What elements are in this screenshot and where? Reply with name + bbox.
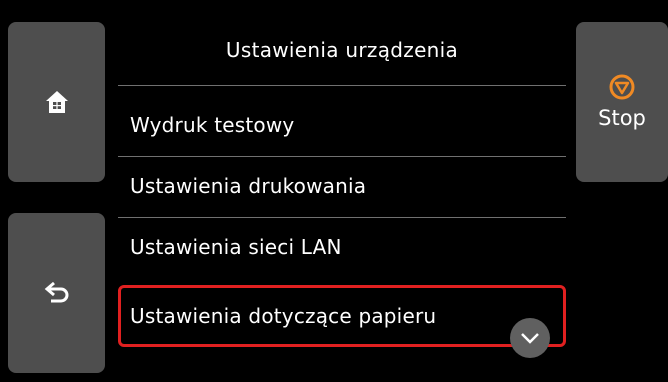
printer-touch-screen: Stop Ustawienia urządzenia Wydruk testow… — [0, 0, 668, 382]
menu-item-test-print[interactable]: Wydruk testowy — [118, 100, 566, 150]
menu-item-label: Ustawienia sieci LAN — [130, 235, 342, 259]
chevron-down-icon — [521, 333, 539, 344]
divider — [118, 85, 566, 86]
menu-item-label: Ustawienia dotyczące papieru — [130, 304, 437, 328]
stop-label: Stop — [598, 106, 646, 130]
stop-button[interactable]: Stop — [576, 22, 668, 182]
menu-item-label: Wydruk testowy — [130, 113, 295, 137]
menu-item-label: Ustawienia drukowania — [130, 174, 367, 198]
divider — [118, 217, 566, 218]
back-button[interactable] — [8, 213, 105, 373]
menu-item-print-settings[interactable]: Ustawienia drukowania — [118, 161, 566, 211]
home-icon — [45, 91, 68, 113]
stop-icon — [609, 74, 635, 100]
menu-item-paper-settings[interactable]: Ustawienia dotyczące papieru — [118, 285, 566, 347]
menu-item-lan-settings[interactable]: Ustawienia sieci LAN — [118, 222, 566, 272]
home-button[interactable] — [8, 22, 105, 182]
divider — [118, 156, 566, 157]
page-title: Ustawienia urządzenia — [225, 38, 459, 62]
scroll-down-button[interactable] — [510, 318, 550, 358]
back-arrow-icon — [44, 282, 68, 303]
